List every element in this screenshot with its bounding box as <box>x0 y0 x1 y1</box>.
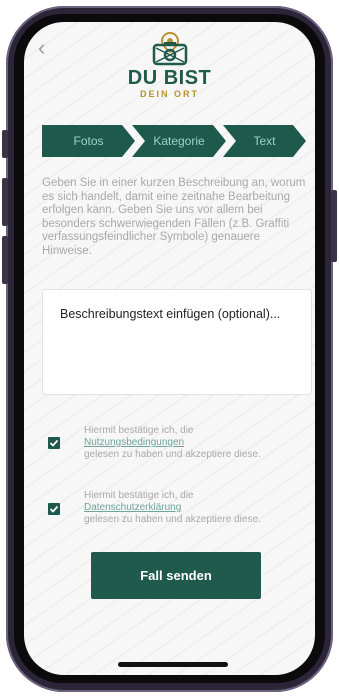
privacy-checkbox[interactable] <box>48 503 60 515</box>
app-screen: ‹ DU BIST DEIN ORT Fotos Kategorie Text … <box>24 22 315 675</box>
mute-switch <box>2 130 8 158</box>
privacy-consent-prefix: Hiermit bestätige ich, die <box>84 490 194 501</box>
home-indicator[interactable] <box>118 662 228 667</box>
step-text[interactable]: Text <box>223 125 306 157</box>
description-textarea[interactable]: Beschreibungstext einfügen (optional)... <box>42 289 312 395</box>
instructions-text: Geben Sie in einer kurzen Beschreibung a… <box>42 177 306 257</box>
volume-down-button <box>2 236 8 284</box>
description-placeholder: Beschreibungstext einfügen (optional)... <box>60 307 281 321</box>
privacy-consent: Hiermit bestätige ich, die Datenschutzer… <box>84 490 304 526</box>
checkmark-icon <box>49 439 59 447</box>
logo-subtitle: DEIN ORT <box>139 89 199 99</box>
submit-case-button[interactable]: Fall senden <box>91 552 261 599</box>
app-logo: DU BIST DEIN ORT <box>24 32 315 99</box>
camera-location-logo-icon <box>152 32 187 66</box>
logo-title: DU BIST <box>127 67 212 89</box>
privacy-link[interactable]: Datenschutzerklärung <box>84 502 304 514</box>
volume-up-button <box>2 178 8 226</box>
terms-checkbox[interactable] <box>48 437 60 449</box>
power-button <box>331 190 337 262</box>
checkmark-icon <box>49 505 59 513</box>
privacy-consent-suffix: gelesen zu haben und akzeptiere diese. <box>84 514 261 525</box>
step-fotos[interactable]: Fotos <box>42 125 135 157</box>
terms-consent-suffix: gelesen zu haben und akzeptiere diese. <box>84 449 261 460</box>
terms-consent: Hiermit bestätige ich, die Nutzungsbedin… <box>84 425 304 461</box>
terms-consent-prefix: Hiermit bestätige ich, die <box>84 425 194 436</box>
terms-link[interactable]: Nutzungsbedingungen <box>84 437 304 449</box>
progress-steps: Fotos Kategorie Text <box>42 125 306 157</box>
step-kategorie[interactable]: Kategorie <box>132 125 226 157</box>
